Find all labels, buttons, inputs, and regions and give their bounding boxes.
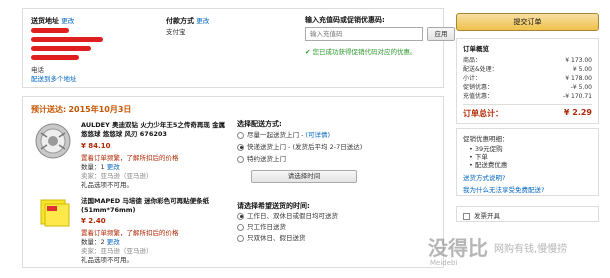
- gift-card-title: 输入充值码或促销优惠码:: [305, 16, 385, 24]
- select-time-button[interactable]: 请选择时间: [251, 170, 357, 183]
- gift-card-success: ✔ 您已成功获得促销代码对应的优惠。: [305, 46, 417, 56]
- radio-selected-icon[interactable]: [237, 212, 244, 220]
- apply-button[interactable]: 应用: [427, 27, 455, 41]
- shipment-panel: 预计送达: 2015年10月3日 AULDEY 奥迪双钻 火力少年王5之传奇再现…: [22, 96, 444, 268]
- time-option-weekends[interactable]: 只双休日、假日送货: [237, 233, 306, 244]
- time-option-label: 只双休日、假日送货: [247, 234, 306, 242]
- summary-value: ¥ 178.00: [565, 75, 592, 82]
- eta-date: 2015年10月3日: [68, 105, 132, 114]
- delivery-title: 选择配送方式:: [237, 120, 282, 128]
- delivery-option-details-link[interactable]: (可详情): [306, 131, 331, 139]
- watermark: 没得比 Meidebi 网购有钱,慢慢捞: [428, 232, 608, 274]
- summary-label: 配送&处理：: [463, 66, 498, 73]
- delivery-option-label: 尽量一起送货上门 -: [247, 131, 304, 139]
- invoice-label: 发票开具: [474, 212, 500, 220]
- order-total-row: 订单总计： ¥ 2.29: [463, 104, 592, 119]
- address-redacted-2: [31, 37, 103, 42]
- address-change-link[interactable]: 更改: [61, 17, 74, 25]
- product-price-2: ¥ 2.40: [81, 217, 106, 225]
- eta-header: 预计送达: 2015年10月3日: [31, 104, 131, 115]
- promo-item: • 下单: [469, 153, 488, 161]
- watermark-logo: 没得比: [428, 236, 488, 260]
- address-redacted-3: [31, 46, 91, 51]
- summary-value: -¥ 170.71: [563, 93, 592, 100]
- summary-value: ¥ 173.00: [565, 57, 592, 64]
- eta-label: 预计送达:: [31, 105, 67, 114]
- place-order-button[interactable]: 提交订单: [456, 13, 599, 31]
- order-total-value: ¥ 2.29: [563, 108, 592, 117]
- gift-card-input[interactable]: [305, 27, 423, 41]
- time-title: 请选择希望送货的时间:: [237, 202, 310, 210]
- time-option-weekdays[interactable]: 只工作日送货: [237, 222, 286, 233]
- ship-multiple-link[interactable]: 配送到多个地址: [31, 73, 77, 83]
- summary-title: 订单概览: [463, 45, 489, 53]
- payment-method: 支付宝: [166, 28, 186, 36]
- check-icon: ✔: [305, 48, 311, 56]
- time-option-label: 工作日、双休日或假日均可送货: [247, 212, 338, 220]
- summary-row-subtotal: 小计： ¥ 178.00: [463, 74, 592, 83]
- shipping-info-link[interactable]: 送货方式说明?: [463, 172, 592, 182]
- promotion-details: 促销优惠明细： • 39元促购 • 下单 • 配送费优惠 送货方式说明? 我为什…: [456, 128, 599, 196]
- checkbox-icon[interactable]: [463, 212, 470, 220]
- promo-title: 促销优惠明细：: [463, 135, 509, 143]
- address-redacted-4: [31, 55, 79, 60]
- summary-row-giftcard: 充值优惠： -¥ 170.71: [463, 92, 592, 101]
- radio-icon[interactable]: [237, 234, 244, 242]
- payment-title: 付款方式: [166, 17, 194, 25]
- product-image-yoyo[interactable]: [31, 121, 75, 161]
- order-total-label: 订单总计：: [463, 109, 503, 118]
- time-option-any[interactable]: 工作日、双休日或假日均可送货: [237, 211, 338, 222]
- summary-row-items: 商品： ¥ 173.00: [463, 56, 592, 65]
- radio-icon[interactable]: [237, 223, 244, 231]
- gift-option-2: 礼品选项不可用。: [81, 256, 133, 264]
- product-title-1[interactable]: AULDEY 奥迪双钻 火力少年王5之传奇再现 金属悠悠球 悠悠球 风刃 676…: [81, 121, 229, 139]
- product-title-2[interactable]: 法国MAPED 马培德 迷你彩色可再贴便条纸(51mm*76mm): [81, 197, 229, 215]
- delivery-option-express[interactable]: 快递送货上门 - (发货后平均 2-7日送达): [237, 142, 362, 153]
- summary-label: 商品：: [463, 57, 482, 64]
- free-shipping-info-link[interactable]: 我为什么无法享受免费配送?: [463, 184, 592, 194]
- delivery-option-note: (发货后平均 2-7日送达): [292, 143, 363, 151]
- watermark-sub: Meidebi: [430, 259, 458, 267]
- promo-item-text: 配送费优惠: [474, 161, 508, 169]
- gift-card-success-text: 您已成功获得促销代码对应的优惠。: [312, 48, 417, 56]
- radio-icon[interactable]: [237, 131, 244, 139]
- product-price-1: ¥ 84.10: [81, 142, 111, 150]
- summary-row-promo: 促销优惠： -¥ 5.00: [463, 83, 592, 92]
- delivery-option-label: 特约送货上门: [247, 155, 286, 163]
- summary-label: 充值优惠：: [463, 93, 494, 100]
- summary-label: 小计：: [463, 75, 482, 82]
- payment-section: 付款方式 更改: [166, 15, 209, 26]
- radio-selected-icon[interactable]: [237, 143, 244, 151]
- summary-row-shipping: 配送&处理： ¥ 5.00: [463, 65, 592, 74]
- address-section: 送货地址 更改: [31, 15, 74, 26]
- product-image-sticky-notes[interactable]: [37, 197, 71, 229]
- summary-label: 促销优惠：: [463, 84, 494, 91]
- summary-value: -¥ 5.00: [570, 84, 592, 91]
- delivery-option-label: 快递送货上门 -: [247, 143, 291, 151]
- address-title: 送货地址: [31, 17, 59, 25]
- radio-icon[interactable]: [237, 155, 244, 163]
- promo-item-text: 39元促购: [474, 145, 503, 153]
- order-summary: 订单概览 商品： ¥ 173.00 配送&处理： ¥ 5.00 小计： ¥ 178.0…: [456, 38, 599, 124]
- delivery-option-scheduled[interactable]: 特约送货上门: [237, 154, 286, 165]
- delivery-option-together[interactable]: 尽量一起送货上门 - (可详情): [237, 130, 330, 141]
- time-option-label: 只工作日送货: [247, 223, 286, 231]
- promo-item-text: 下单: [474, 153, 488, 161]
- promo-item: • 39元促购: [469, 145, 503, 153]
- invoice-option[interactable]: 发票开具: [456, 206, 599, 222]
- watermark-slogan: 网购有钱,慢慢捞: [494, 244, 568, 255]
- payment-change-link[interactable]: 更改: [196, 17, 209, 25]
- address-redacted-1: [31, 28, 69, 33]
- summary-value: ¥ 5.00: [572, 66, 592, 73]
- gift-option-1: 礼品选项不可用。: [81, 181, 133, 189]
- checkout-info-panel: 送货地址 更改 电话 配送到多个地址 付款方式 更改 支付宝 输入充值码或促销优…: [22, 8, 455, 88]
- promo-item: • 配送费优惠: [469, 161, 508, 169]
